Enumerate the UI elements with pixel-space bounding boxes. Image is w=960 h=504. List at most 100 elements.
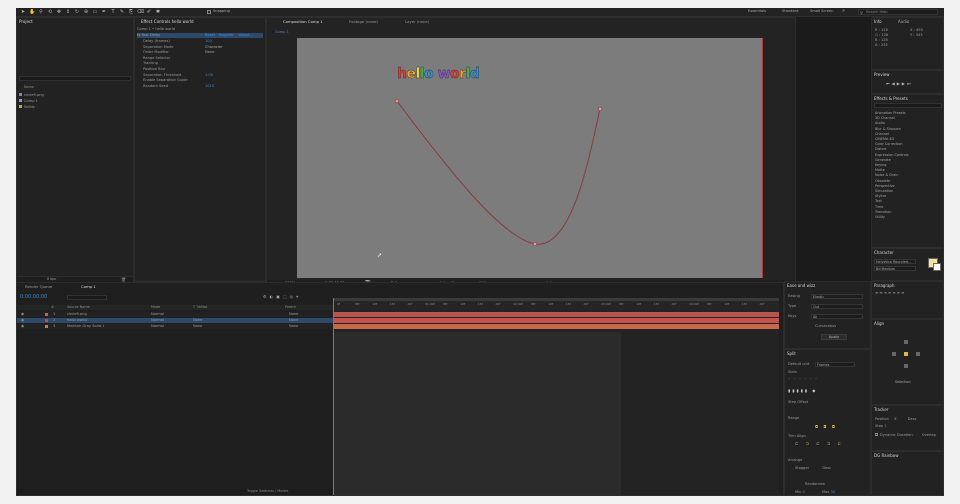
hand-tool-icon[interactable]: ✋ (29, 9, 35, 15)
effects-category-item[interactable]: Text (875, 199, 882, 203)
workspace-menu-icon[interactable]: » (842, 8, 845, 14)
effects-category-item[interactable]: Generate (875, 158, 891, 162)
overlap-label[interactable]: Overlap (922, 433, 936, 437)
selection-tool-icon[interactable]: ➤ (20, 9, 26, 15)
tab-dg-rainbow[interactable]: DG Rainbow (874, 453, 899, 458)
slot-buttons[interactable]: ◦◦◦◦◦◦ (788, 376, 820, 381)
dolly-camera-icon[interactable]: ⇕ (65, 9, 71, 15)
effect-row[interactable]: Enable Separation Guide (143, 78, 263, 83)
effect-text-delay[interactable]: fx Text Delay Reset Register About... (137, 33, 263, 38)
project-item-comp1[interactable]: Comp 1 (19, 99, 131, 104)
effects-category-item[interactable]: Channel (875, 132, 889, 136)
effects-category-item[interactable]: Distort (875, 147, 886, 151)
tab-ease-wizz[interactable]: Ease and wizz (787, 283, 815, 288)
effects-category-item[interactable]: Audio (875, 121, 885, 125)
project-name-header[interactable]: Name (24, 85, 34, 89)
tab-layer[interactable]: Layer (none) (405, 19, 429, 24)
effects-category-item[interactable]: Stylize (875, 194, 886, 198)
effect-row-value[interactable]: Character (205, 45, 223, 50)
type-select[interactable]: Out (811, 304, 863, 309)
tracker-step-value[interactable]: 1 (884, 424, 886, 428)
col-parent[interactable]: Parent (285, 305, 296, 309)
layer-parent[interactable]: None (289, 324, 298, 329)
clone-stamp-icon[interactable]: ⎘ (128, 9, 134, 15)
col-mode[interactable]: Mode (151, 305, 160, 309)
orbit-camera-icon[interactable]: ⟲ (47, 9, 53, 15)
effect-row-value[interactable]: None (205, 50, 214, 55)
effects-category-item[interactable]: Time (875, 205, 883, 209)
layer-eye-icon[interactable]: ◉ (21, 318, 24, 323)
effect-row[interactable]: Delay (frames) 100 (143, 39, 263, 44)
effect-row-value[interactable]: 100 (205, 39, 212, 44)
last-frame-icon[interactable]: ⏭ (907, 81, 913, 86)
tab-character[interactable]: Character (874, 250, 894, 255)
default-unit-select[interactable]: Frames (815, 362, 855, 367)
track-bar-layer3[interactable] (333, 324, 779, 329)
layer-name[interactable]: Medium Gray Solid 1 (67, 324, 104, 329)
pan-camera-icon[interactable]: ✥ (56, 9, 62, 15)
viewer-subtab-comp1[interactable]: Comp 1 (275, 30, 289, 34)
motion-path[interactable] (297, 38, 763, 278)
stagger-select[interactable]: Desc (822, 466, 831, 470)
tracker-x-select[interactable]: X (894, 417, 896, 421)
stroke-color-swatch[interactable] (933, 263, 941, 271)
zoom-tool-icon[interactable]: ⚲ (38, 9, 44, 15)
layer-parent[interactable]: None (289, 312, 298, 317)
effects-category-item[interactable]: Simulation (875, 189, 893, 193)
register-link[interactable]: Register (219, 33, 234, 38)
effects-category-item[interactable]: Transition (875, 210, 891, 214)
layer-trkmat[interactable]: None (193, 324, 202, 329)
font-style-select[interactable]: Bd Medium (874, 266, 916, 271)
max-value[interactable]: 30 (831, 490, 836, 494)
min-value[interactable]: 0 (803, 490, 805, 494)
arrange-icons[interactable]: ▮▮▮▮▮ ◆ (788, 388, 817, 393)
font-family-select[interactable]: Helvetica Rounded... (874, 259, 916, 264)
easing-select[interactable]: Elastic (811, 294, 863, 299)
layer-mode[interactable]: Normal (151, 312, 164, 317)
tab-paragraph[interactable]: Paragraph (874, 283, 895, 288)
project-item-circle9[interactable]: circle9.png (19, 93, 131, 98)
effects-category-item[interactable]: Matte (875, 168, 885, 172)
brush-tool-icon[interactable]: ✎ (119, 9, 125, 15)
tab-render-queue[interactable]: Render Queue (25, 284, 52, 289)
tab-info[interactable]: Info (874, 19, 882, 24)
layer-name[interactable]: circle9.png (67, 312, 87, 317)
type-tool-icon[interactable]: T (110, 9, 116, 15)
eraser-icon[interactable]: ⌫ (137, 9, 144, 15)
tracker-dir-select[interactable]: Desc (908, 417, 917, 421)
work-area-bar[interactable] (333, 298, 779, 301)
workspace-essentials[interactable]: Essentials (748, 9, 766, 13)
keys-select[interactable]: All (811, 314, 863, 319)
layer-row[interactable]: ◉ 3 Medium Gray Solid 1 Normal None None (17, 324, 333, 329)
roto-brush-icon[interactable]: ✐ (146, 9, 152, 15)
effects-category-item[interactable]: Keying (875, 163, 886, 167)
time-ruler[interactable]: 0f 05f 10f 15f 20f 01:00f 05f 10f 15f 20f 02:00f 05… (333, 298, 779, 310)
rotate-tool-icon[interactable]: ↻ (74, 9, 80, 15)
effects-search-input[interactable] (874, 103, 942, 108)
effects-category-item[interactable]: Obsolete (875, 179, 890, 183)
search-help-input[interactable]: ⚲ Search Help (858, 9, 938, 15)
tab-effects-presets[interactable]: Effects & Presets (874, 96, 908, 101)
effect-row[interactable]: Order Modifier None (143, 50, 263, 55)
effects-category-item[interactable]: Color Correction (875, 142, 902, 146)
project-search-field[interactable] (19, 76, 131, 81)
col-trkmat[interactable]: T TrkMat (193, 305, 207, 309)
tab-composition[interactable]: Composition Comp 1 (283, 19, 323, 24)
bpc-label[interactable]: 8 bpc (47, 277, 56, 281)
snapping-checkbox[interactable] (207, 10, 211, 14)
effects-category-item[interactable]: 3D Channel (875, 116, 895, 120)
effects-category-item[interactable]: Noise & Grain (875, 173, 898, 177)
puppet-pin-icon[interactable]: ✱ (155, 9, 161, 15)
tab-align[interactable]: Align (874, 321, 884, 326)
randomize-label[interactable]: Randomize (805, 482, 825, 487)
apply-button[interactable]: Apply (821, 334, 847, 340)
rectangle-tool-icon[interactable]: ▭ (92, 9, 98, 15)
layer-eye-icon[interactable]: ◉ (21, 324, 24, 329)
workspace-standard[interactable]: Standard (782, 9, 798, 13)
effect-row[interactable]: Separation Mode Character (143, 45, 263, 50)
layer-mode[interactable]: Normal (151, 324, 164, 329)
effect-row[interactable]: Separation Threshold 1.00 (143, 73, 263, 78)
timeline-switch-icons[interactable]: ⚙◐▣⬚◎⌖ (263, 294, 301, 299)
workspace-small-screen[interactable]: Small Screen (810, 9, 833, 13)
about-link[interactable]: About... (239, 33, 253, 38)
